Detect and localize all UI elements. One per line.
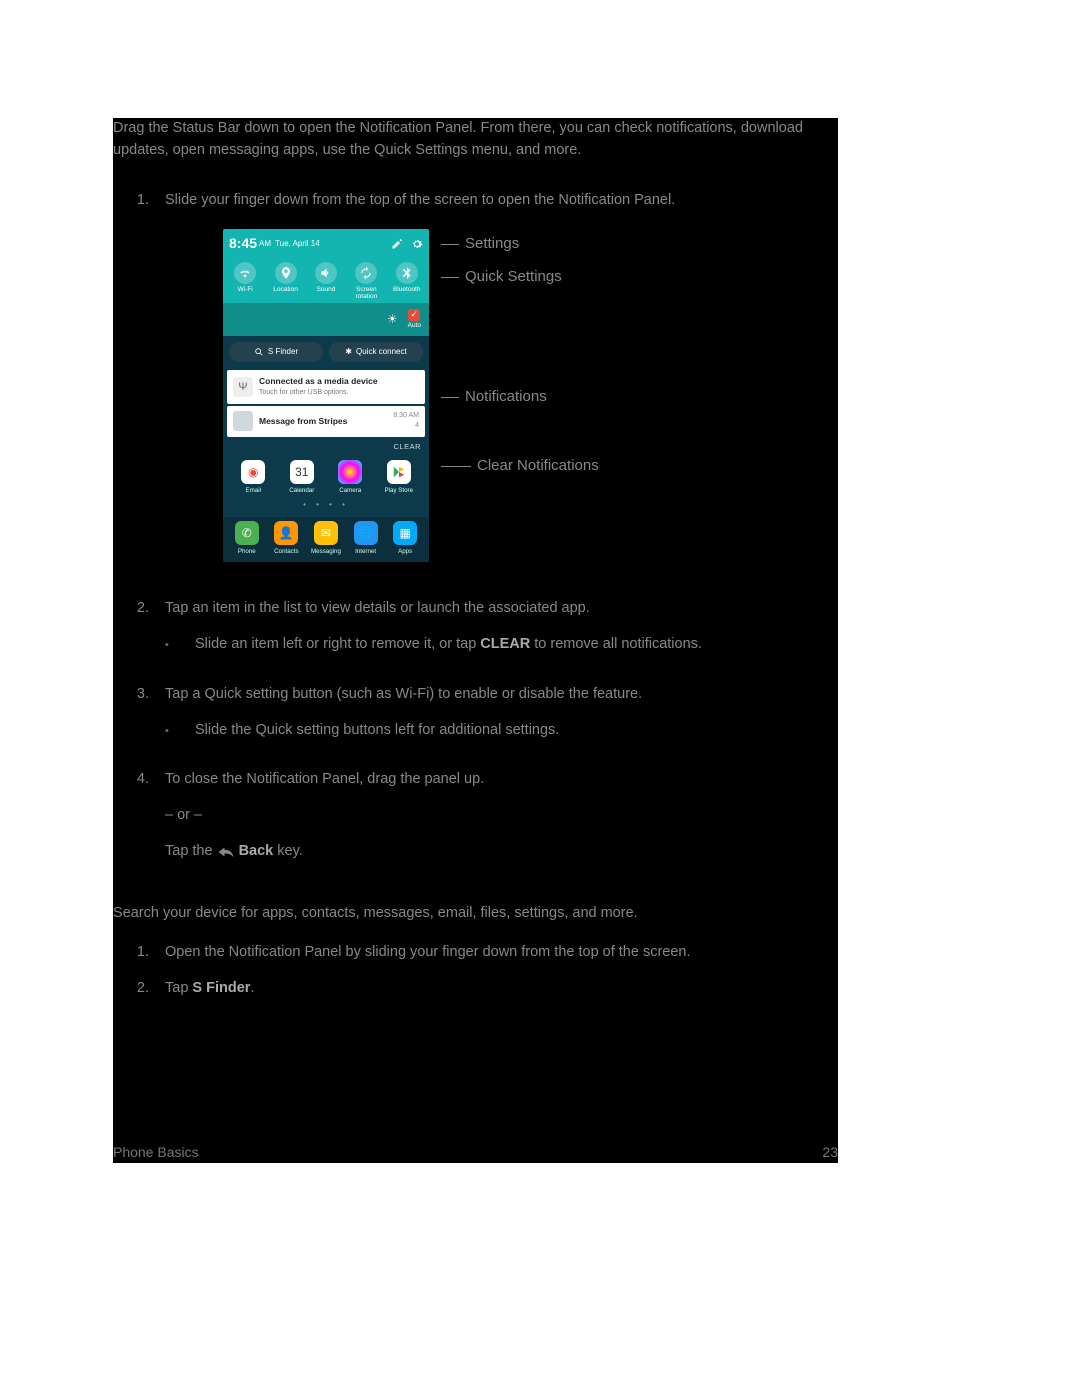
usb-icon: Ψ — [233, 377, 253, 397]
sfinder-intro: Search your device for apps, contacts, m… — [113, 903, 838, 925]
internet-label: Internet — [355, 547, 376, 556]
notification-2-title: Message from Stripes — [259, 415, 387, 428]
quick-settings-row: Wi-Fi Location Sound Screen rotation Blu… — [223, 258, 429, 302]
avatar-icon — [233, 411, 253, 431]
notification-1-title: Connected as a media device — [259, 375, 419, 388]
rotation-label: Screen rotation — [347, 286, 385, 300]
bullet-icon: ▪ — [165, 720, 195, 742]
status-time: 8:45 — [229, 233, 257, 254]
step-number: 2. — [113, 978, 165, 1000]
phone-mock: 8:45 AM Tue, April 14 Wi-Fi Locat — [223, 229, 429, 562]
sfinder-step-2: Tap S Finder. — [165, 978, 838, 1000]
bluetooth-icon — [396, 262, 418, 284]
notification-1: Ψ Connected as a media device Touch for … — [227, 370, 425, 403]
dock: ✆ Phone 👤 Contacts ✉ Messaging 🌐 Internet ▦ A… — [223, 517, 429, 562]
play-store-label: Play Store — [384, 486, 413, 495]
callout-settings: Settings — [465, 233, 519, 256]
quick-connect-pill: ✱ Quick connect — [329, 342, 423, 362]
email-icon: ◉ — [241, 460, 265, 484]
notification-2-time: 8:30 AM — [393, 411, 419, 422]
step-number: 4. — [113, 769, 165, 862]
wifi-icon — [234, 262, 256, 284]
sfinder-step-1: Open the Notification Panel by sliding y… — [165, 944, 691, 960]
back-icon — [217, 845, 235, 859]
gear-icon — [411, 238, 423, 250]
phone-icon: ✆ — [235, 521, 259, 545]
location-label: Location — [273, 286, 298, 293]
step-4-text: To close the Notification Panel, drag th… — [165, 771, 484, 787]
brightness-row: ☀ ✓ Auto — [223, 303, 429, 337]
camera-icon — [338, 460, 362, 484]
play-store-icon — [387, 460, 411, 484]
contacts-icon: 👤 — [274, 521, 298, 545]
callout-notifications: Notifications — [465, 386, 547, 409]
phone-label: Phone — [238, 547, 256, 556]
notification-1-sub: Touch for other USB options. — [259, 388, 419, 399]
or-separator: – or – — [165, 805, 838, 827]
step-1-text: Slide your finger down from the top of t… — [165, 192, 675, 208]
status-date: Tue, April 14 — [275, 238, 320, 250]
location-icon — [275, 262, 297, 284]
auto-checkbox-icon: ✓ — [408, 309, 420, 321]
sound-label: Sound — [317, 286, 336, 293]
step-3-text: Tap a Quick setting button (such as Wi-F… — [165, 686, 642, 702]
rotation-icon — [355, 262, 377, 284]
sfinder-steps: 1. Open the Notification Panel by slidin… — [113, 942, 838, 1000]
step-number: 3. — [113, 684, 165, 756]
quick-connect-icon: ✱ — [345, 346, 352, 358]
step-number: 2. — [113, 598, 165, 670]
calendar-label: Calendar — [289, 486, 314, 495]
camera-label: Camera — [339, 486, 361, 495]
wifi-label: Wi-Fi — [238, 286, 253, 293]
auto-label: Auto — [408, 321, 421, 331]
page-dots: • • • • — [229, 499, 423, 511]
notification-2: Message from Stripes 8:30 AM 4 — [227, 406, 425, 437]
callout-labels: Settings Quick Settings Notifications Cl… — [441, 229, 599, 477]
page-footer: Phone Basics 23 — [113, 1142, 838, 1163]
status-ampm: AM — [259, 238, 271, 250]
step-2-text: Tap an item in the list to view details … — [165, 600, 590, 616]
edit-icon — [391, 238, 403, 250]
intro-paragraph: Drag the Status Bar down to open the Not… — [113, 118, 838, 162]
bullet-icon: ▪ — [165, 634, 195, 656]
footer-section-title: Phone Basics — [113, 1142, 199, 1163]
calendar-icon: 31 — [290, 460, 314, 484]
sfinder-label: S Finder — [268, 346, 298, 358]
email-label: Email — [246, 486, 261, 495]
step-4-tap-back: Tap the Back key. — [165, 841, 838, 863]
steps-list: 1. Slide your finger down from the top o… — [113, 190, 838, 863]
callout-clear: Clear Notifications — [477, 455, 599, 478]
brightness-icon: ☀ — [387, 310, 398, 328]
phone-figure: 8:45 AM Tue, April 14 Wi-Fi Locat — [223, 229, 838, 562]
messaging-label: Messaging — [311, 547, 341, 556]
finder-row: S Finder ✱ Quick connect — [223, 336, 429, 368]
step-number: 1. — [113, 942, 165, 964]
step-3-sub: Slide the Quick setting buttons left for… — [195, 720, 838, 742]
step-2-sub: Slide an item left or right to remove it… — [195, 634, 838, 656]
callout-quick-settings: Quick Settings — [465, 266, 562, 289]
apps-label: Apps — [398, 547, 412, 556]
clear-button: CLEAR — [393, 441, 421, 452]
status-bar: 8:45 AM Tue, April 14 — [223, 229, 429, 258]
internet-icon: 🌐 — [354, 521, 378, 545]
home-screen: ◉ Email 31 Calendar Camera Play Store • • … — [223, 456, 429, 511]
document-page: Drag the Status Bar down to open the Not… — [113, 118, 838, 1163]
apps-icon: ▦ — [393, 521, 417, 545]
quick-connect-label: Quick connect — [356, 346, 407, 358]
sound-icon — [315, 262, 337, 284]
contacts-label: Contacts — [274, 547, 298, 556]
step-number: 1. — [113, 190, 165, 585]
footer-page-number: 23 — [822, 1142, 838, 1163]
messaging-icon: ✉ — [314, 521, 338, 545]
sfinder-pill: S Finder — [229, 342, 323, 362]
bluetooth-label: Bluetooth — [393, 286, 420, 293]
notification-2-count: 4 — [393, 421, 419, 432]
search-icon — [254, 347, 264, 357]
